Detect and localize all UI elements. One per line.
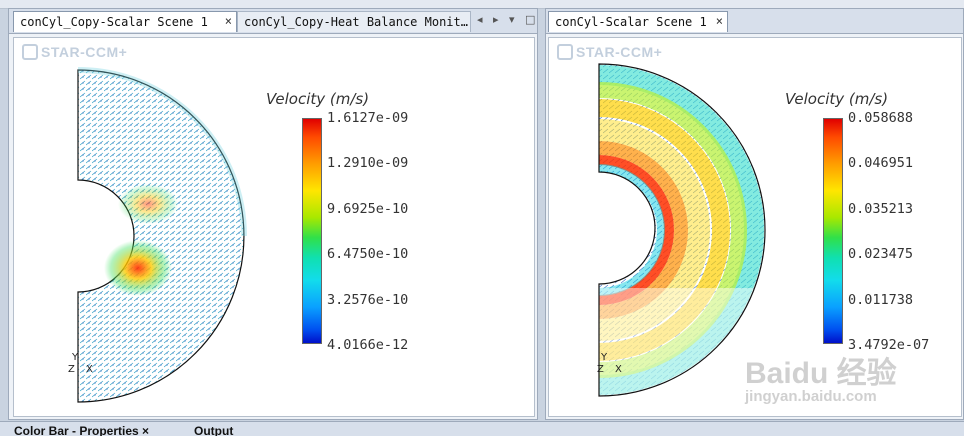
- colorbar-tick-label: 4.0166e-12: [327, 337, 409, 353]
- tab-color-bar-properties[interactable]: Color Bar - Properties ×: [10, 424, 194, 436]
- colorbar-tick-label: 1.2910e-09: [327, 155, 409, 171]
- colorbar-gradient[interactable]: [302, 118, 322, 344]
- colorbar-tick-label: 6.4750e-10: [327, 246, 409, 262]
- tab-label: conCyl_Copy-Scalar Scene 1: [20, 15, 208, 29]
- bottom-panel-tabs: Color Bar - Properties × Output: [0, 421, 964, 436]
- tab-scalar-scene-copy[interactable]: conCyl_Copy-Scalar Scene 1 ×: [13, 11, 237, 32]
- colorbar-tick-label: 9.6925e-10: [327, 201, 409, 217]
- scene-viewport[interactable]: STAR-CCM+ Velocity (m/s) 0.058688 0.0469…: [548, 37, 962, 417]
- left-tab-bar: conCyl_Copy-Scalar Scene 1 × conCyl_Copy…: [9, 9, 537, 34]
- colorbar-title: Velocity (m/s): [785, 90, 889, 108]
- colorbar-tick-label: 0.046951: [848, 155, 914, 171]
- colorbar-tick-label: 3.2576e-10: [327, 292, 409, 308]
- axis-y-label: Y: [72, 352, 79, 363]
- colorbar-tick-label: 0.058688: [848, 110, 914, 126]
- right-tab-bar: conCyl-Scalar Scene 1 ×: [546, 9, 963, 34]
- watermark-url: jingyan.baidu.com: [745, 388, 877, 405]
- colorbar-tick-label: 0.035213: [848, 201, 914, 217]
- tab-heat-balance-monitor[interactable]: conCyl_Copy-Heat Balance Monit…: [237, 11, 471, 32]
- colorbar-tick-label: 0.011738: [848, 292, 914, 308]
- tab-list-menu-icon[interactable]: ▾: [509, 13, 515, 26]
- annulus-domain: [77, 69, 245, 403]
- scene-viewport[interactable]: STAR-CCM+ Velocity (m/s) 1.6127e-09 1.29…: [13, 37, 535, 417]
- axis-x-label: X: [615, 364, 622, 375]
- tab-label: conCyl-Scalar Scene 1: [555, 15, 707, 29]
- right-scene-pane: conCyl-Scalar Scene 1 × STAR-CCM+ Veloci…: [545, 8, 964, 420]
- axis-x-label: X: [86, 364, 93, 375]
- velocity-hotspot: [104, 240, 172, 296]
- tab-label: conCyl_Copy-Heat Balance Monit…: [244, 15, 468, 29]
- left-scene-pane: conCyl_Copy-Scalar Scene 1 × conCyl_Copy…: [8, 8, 538, 420]
- close-icon[interactable]: ×: [225, 14, 232, 28]
- axis-z-label: Z: [68, 364, 75, 375]
- watermark-brand: Baidu 经验: [745, 357, 897, 390]
- close-icon[interactable]: ×: [142, 424, 149, 436]
- colorbar-tick-label: 1.6127e-09: [327, 110, 409, 126]
- tab-scalar-scene[interactable]: conCyl-Scalar Scene 1 ×: [548, 11, 728, 32]
- axis-z-label: Z: [597, 364, 604, 375]
- close-icon[interactable]: ×: [716, 14, 723, 28]
- colorbar-tick-label: 0.023475: [848, 246, 914, 262]
- scroll-left-icon[interactable]: ◂: [477, 13, 483, 26]
- colorbar-gradient[interactable]: [823, 118, 843, 344]
- colorbar-title: Velocity (m/s): [266, 90, 370, 108]
- scroll-right-icon[interactable]: ▸: [493, 13, 499, 26]
- axis-y-label: Y: [601, 352, 608, 363]
- tab-output[interactable]: Output: [190, 424, 268, 436]
- velocity-hotspot: [118, 184, 178, 224]
- maximize-icon[interactable]: □: [525, 13, 535, 26]
